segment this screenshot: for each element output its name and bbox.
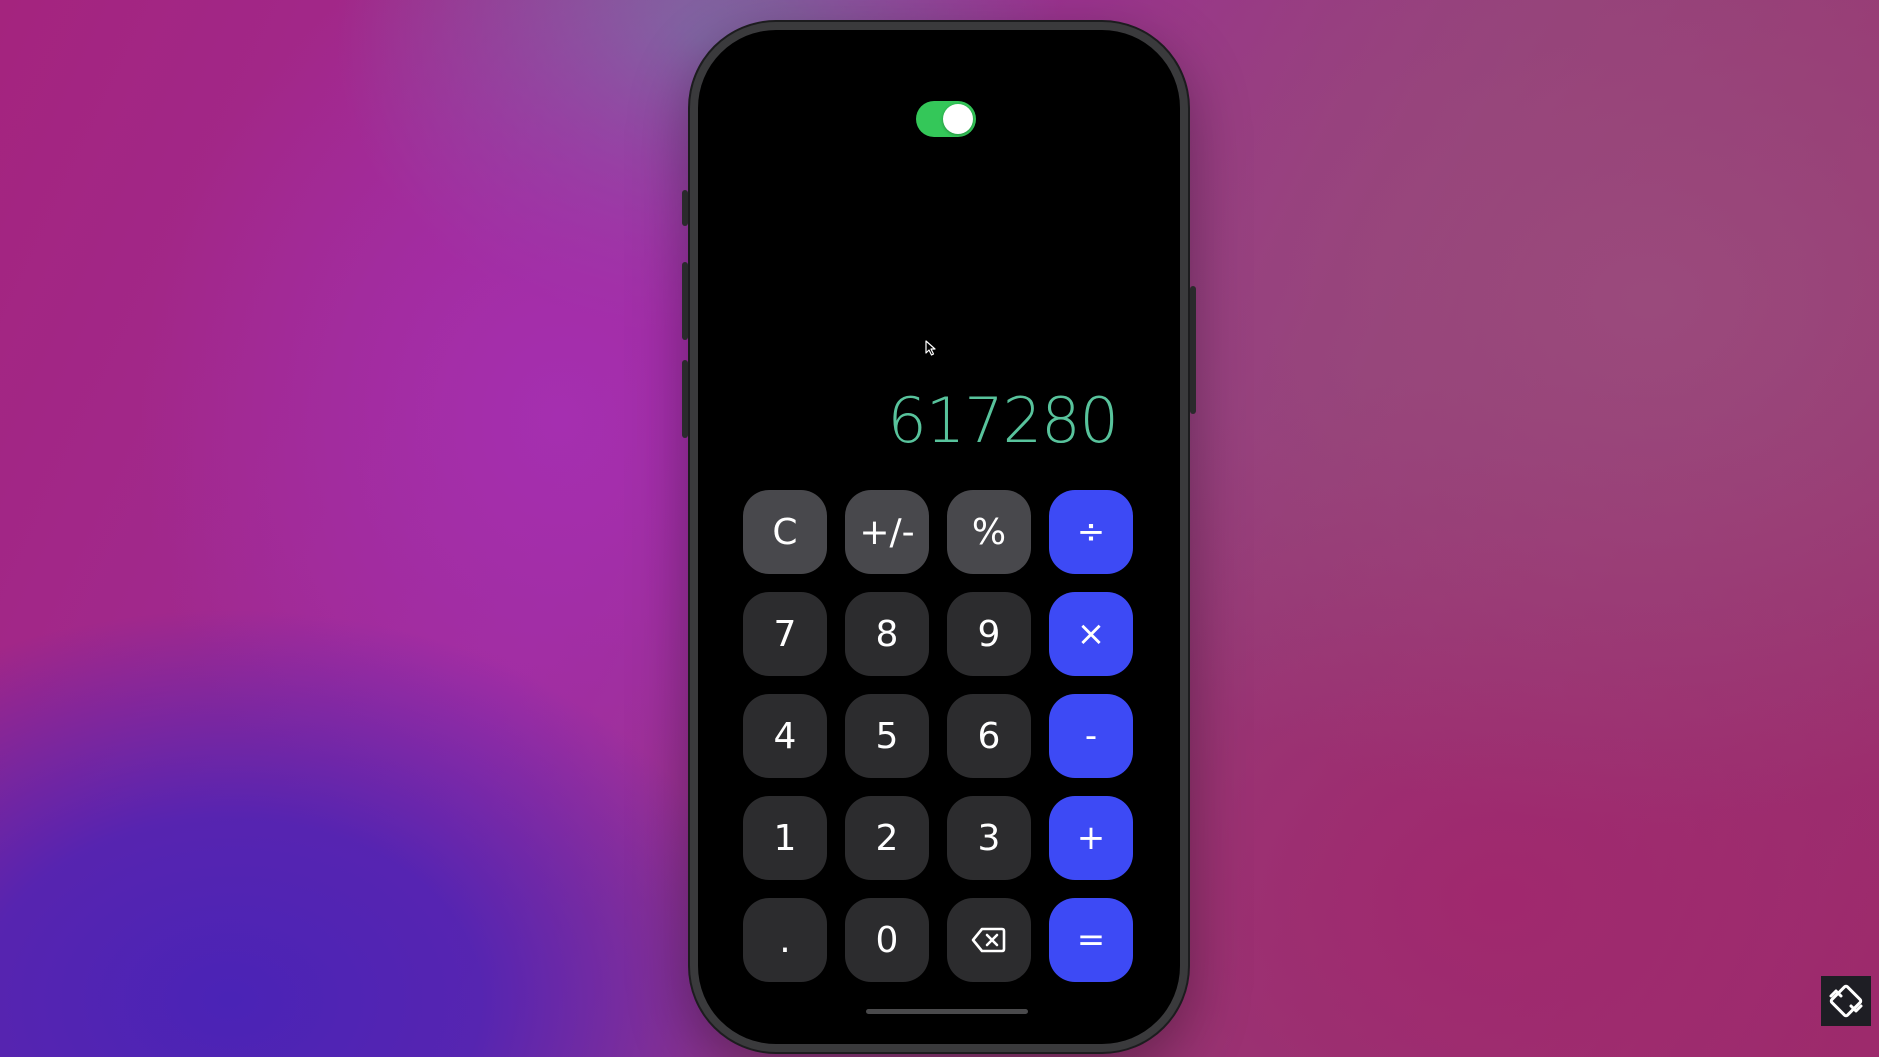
volume-up-button: [682, 262, 688, 340]
volume-down-button: [682, 360, 688, 438]
divide-button[interactable]: ÷: [1049, 490, 1133, 574]
digit-0-button[interactable]: 0: [845, 898, 929, 982]
power-button: [1190, 286, 1196, 414]
subtract-button[interactable]: -: [1049, 694, 1133, 778]
multiply-button[interactable]: ×: [1049, 592, 1133, 676]
digit-7-button[interactable]: 7: [743, 592, 827, 676]
digit-2-button[interactable]: 2: [845, 796, 929, 880]
theme-toggle[interactable]: [916, 101, 976, 137]
digit-1-button[interactable]: 1: [743, 796, 827, 880]
equals-button[interactable]: =: [1049, 898, 1133, 982]
decimal-button[interactable]: .: [743, 898, 827, 982]
mute-switch: [682, 190, 688, 226]
digit-4-button[interactable]: 4: [743, 694, 827, 778]
digit-8-button[interactable]: 8: [845, 592, 929, 676]
mouse-pointer-icon: [925, 340, 936, 356]
clear-button[interactable]: C: [743, 490, 827, 574]
backspace-icon: [971, 927, 1006, 953]
digit-9-button[interactable]: 9: [947, 592, 1031, 676]
toggle-knob: [943, 104, 973, 134]
digit-5-button[interactable]: 5: [845, 694, 929, 778]
result-display: 617280: [887, 384, 1119, 457]
digit-6-button[interactable]: 6: [947, 694, 1031, 778]
backspace-button[interactable]: [947, 898, 1031, 982]
digit-3-button[interactable]: 3: [947, 796, 1031, 880]
percent-button[interactable]: %: [947, 490, 1031, 574]
keypad: C +/- % ÷ 7 8 9 × 4 5 6 - 1 2 3 + . 0 =: [743, 490, 1133, 982]
sign-toggle-button[interactable]: +/-: [845, 490, 929, 574]
phone-frame: 617280 C +/- % ÷ 7 8 9 × 4 5 6 - 1 2 3 +…: [682, 22, 1196, 1052]
add-button[interactable]: +: [1049, 796, 1133, 880]
phone-screen: 617280 C +/- % ÷ 7 8 9 × 4 5 6 - 1 2 3 +…: [698, 30, 1180, 1044]
rotate-device-icon: [1829, 984, 1863, 1018]
home-indicator[interactable]: [866, 1009, 1028, 1014]
rotate-device-button[interactable]: [1821, 976, 1871, 1026]
